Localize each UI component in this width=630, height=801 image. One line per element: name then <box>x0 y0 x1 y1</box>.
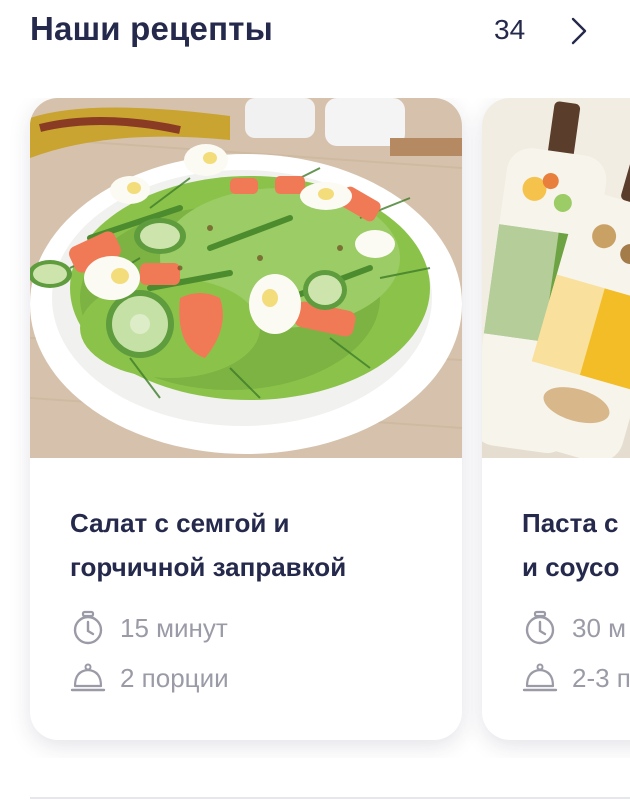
recipe-time: 15 минут <box>70 610 228 646</box>
salmon-salad-photo <box>30 98 462 458</box>
recipe-carousel[interactable]: Салат с семгой и горчичной заправкой 15 … <box>0 98 630 758</box>
stopwatch-icon <box>525 610 555 645</box>
cloche-icon <box>522 663 558 692</box>
recipe-portions-text: 2 порции <box>120 662 229 693</box>
chevron-right-icon[interactable] <box>566 14 592 48</box>
recipe-title-line: Салат с семгой и <box>70 508 290 538</box>
recipe-count[interactable]: 34 <box>494 14 525 46</box>
recipe-time: 30 м <box>522 610 626 646</box>
recipe-portions-text: 2-3 п <box>572 662 630 693</box>
recipe-title-line: и соусо <box>522 552 620 582</box>
cloche-icon <box>70 663 106 692</box>
recipe-time-text: 15 минут <box>120 612 228 643</box>
recipe-image <box>482 98 630 458</box>
recipe-image <box>30 98 462 458</box>
recipe-portions: 2 порции <box>70 660 229 696</box>
section-title: Наши рецепты <box>30 10 273 47</box>
recipe-portions: 2-3 п <box>522 660 630 696</box>
biolio-oil-bottles-photo <box>482 98 630 458</box>
recipe-title[interactable]: Салат с семгой и горчичной заправкой <box>70 501 430 589</box>
stopwatch-icon <box>73 610 103 645</box>
recipe-title[interactable]: Паста с и соусо <box>522 501 630 589</box>
recipe-card[interactable]: Паста с и соусо 30 м 2-3 п <box>482 98 630 740</box>
recipe-title-line: Паста с <box>522 508 619 538</box>
divider <box>30 797 630 799</box>
section-header: Наши рецепты 34 <box>30 0 630 60</box>
recipe-title-line: горчичной заправкой <box>70 552 347 582</box>
recipe-time-text: 30 м <box>572 612 627 643</box>
recipe-card[interactable]: Салат с семгой и горчичной заправкой 15 … <box>30 98 462 740</box>
